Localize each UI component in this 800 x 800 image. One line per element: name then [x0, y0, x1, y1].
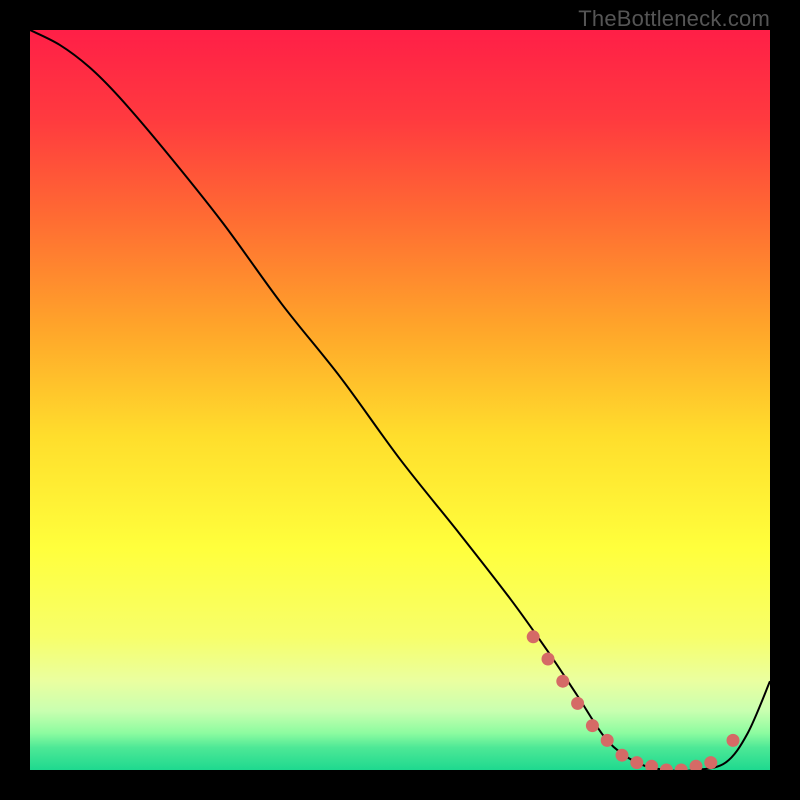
- data-marker: [556, 675, 569, 688]
- data-marker: [645, 760, 658, 770]
- data-marker: [675, 764, 688, 771]
- data-marker: [542, 653, 555, 666]
- data-marker: [616, 749, 629, 762]
- data-marker: [660, 764, 673, 771]
- data-marker: [727, 734, 740, 747]
- data-marker: [704, 756, 717, 769]
- data-marker: [586, 719, 599, 732]
- data-marker: [630, 756, 643, 769]
- curve-layer: [30, 30, 770, 770]
- data-marker: [571, 697, 584, 710]
- performance-curve: [30, 30, 770, 770]
- plot-area: [30, 30, 770, 770]
- watermark-label: TheBottleneck.com: [578, 6, 770, 32]
- marker-group: [527, 630, 740, 770]
- data-marker: [527, 630, 540, 643]
- chart-stage: TheBottleneck.com: [0, 0, 800, 800]
- data-marker: [690, 760, 703, 770]
- data-marker: [601, 734, 614, 747]
